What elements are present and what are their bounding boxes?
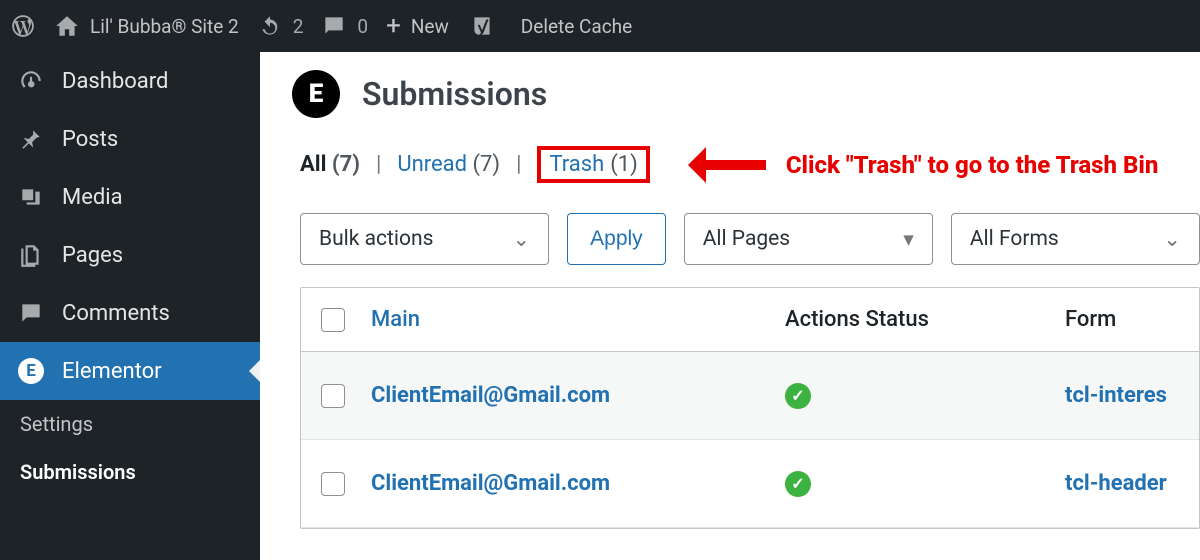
- site-home-link[interactable]: Lil' Bubba® Site 2: [54, 13, 239, 39]
- table-header-row: Main Actions Status Form: [301, 288, 1199, 352]
- forms-filter-select[interactable]: All Forms ⌄: [951, 213, 1200, 265]
- yoast-icon: [469, 13, 495, 39]
- select-all-checkbox[interactable]: [321, 308, 345, 332]
- admin-sidebar: Dashboard Posts Media Pages Comments E E…: [0, 52, 260, 560]
- sidebar-item-label: Comments: [62, 301, 170, 326]
- elementor-submenu: Settings Submissions: [0, 400, 260, 496]
- sidebar-item-label: Elementor: [62, 359, 162, 384]
- pages-icon: [18, 242, 44, 268]
- status-success-icon: ✓: [785, 383, 811, 409]
- submenu-submissions[interactable]: Submissions: [0, 448, 260, 496]
- view-filters: All (7) | Unread (7) | Trash (1) Click "…: [300, 146, 1200, 183]
- status-success-icon: ✓: [785, 471, 811, 497]
- refresh-icon: [257, 13, 283, 39]
- comment-icon: [321, 13, 347, 39]
- comments-link[interactable]: 0: [321, 13, 368, 39]
- delete-cache-label: Delete Cache: [521, 15, 632, 38]
- yoast-link[interactable]: [467, 11, 497, 41]
- delete-cache-link[interactable]: Delete Cache: [521, 15, 632, 38]
- bulk-actions-select[interactable]: Bulk actions ⌄: [300, 213, 549, 265]
- new-label: New: [411, 15, 449, 38]
- annotation-text: Click "Trash" to go to the Trash Bin: [786, 151, 1159, 179]
- sidebar-item-posts[interactable]: Posts: [0, 110, 260, 168]
- table-row: ClientEmail@Gmail.com ✓ tcl-header: [301, 440, 1199, 528]
- pages-filter-select[interactable]: All Pages ▾: [684, 213, 933, 265]
- filter-all[interactable]: All (7): [300, 152, 360, 177]
- wp-logo[interactable]: [10, 13, 36, 39]
- column-header-form: Form: [1065, 307, 1199, 332]
- content-area: E Submissions All (7) | Unread (7) | Tra…: [260, 52, 1200, 560]
- form-link[interactable]: tcl-interes: [1065, 383, 1167, 408]
- sidebar-item-dashboard[interactable]: Dashboard: [0, 52, 260, 110]
- sidebar-item-comments[interactable]: Comments: [0, 284, 260, 342]
- chevron-down-icon: ▾: [903, 227, 914, 252]
- comments-icon: [18, 300, 44, 326]
- pin-icon: [18, 126, 44, 152]
- site-name: Lil' Bubba® Site 2: [90, 15, 239, 38]
- admin-bar: Lil' Bubba® Site 2 2 0 + New Delete Cach…: [0, 0, 1200, 52]
- row-checkbox[interactable]: [321, 384, 345, 408]
- sidebar-item-label: Dashboard: [62, 69, 168, 94]
- media-icon: [18, 184, 44, 210]
- new-content-link[interactable]: + New: [386, 13, 449, 39]
- sidebar-item-elementor[interactable]: E Elementor: [0, 342, 260, 400]
- page-title: Submissions: [362, 75, 547, 113]
- column-header-main[interactable]: Main: [365, 307, 785, 332]
- submissions-table: Main Actions Status Form ClientEmail@Gma…: [300, 287, 1200, 529]
- sidebar-item-label: Posts: [62, 127, 118, 152]
- page-header: E Submissions: [260, 52, 1200, 136]
- apply-button[interactable]: Apply: [567, 213, 666, 265]
- home-icon: [54, 13, 80, 39]
- submenu-settings[interactable]: Settings: [0, 400, 260, 448]
- sidebar-item-label: Media: [62, 185, 123, 210]
- submission-link[interactable]: ClientEmail@Gmail.com: [371, 471, 610, 496]
- annotation-arrow: [670, 147, 766, 183]
- plus-icon: +: [386, 13, 401, 39]
- elementor-logo: E: [292, 70, 340, 118]
- chevron-down-icon: ⌄: [1163, 227, 1181, 252]
- sidebar-item-pages[interactable]: Pages: [0, 226, 260, 284]
- filter-unread[interactable]: Unread (7): [397, 152, 500, 177]
- table-controls: Bulk actions ⌄ Apply All Pages ▾ All For…: [300, 213, 1200, 265]
- sidebar-item-media[interactable]: Media: [0, 168, 260, 226]
- submission-link[interactable]: ClientEmail@Gmail.com: [371, 383, 610, 408]
- elementor-icon: E: [18, 358, 44, 384]
- updates-count: 2: [293, 15, 304, 38]
- updates-link[interactable]: 2: [257, 13, 304, 39]
- row-checkbox[interactable]: [321, 472, 345, 496]
- table-row: ClientEmail@Gmail.com ✓ tcl-interes: [301, 352, 1199, 440]
- form-link[interactable]: tcl-header: [1065, 471, 1167, 496]
- chevron-down-icon: ⌄: [513, 227, 531, 252]
- column-header-status: Actions Status: [785, 307, 1065, 332]
- filter-trash[interactable]: Trash (1): [537, 146, 649, 183]
- sidebar-item-label: Pages: [62, 243, 123, 268]
- dashboard-icon: [18, 68, 44, 94]
- wordpress-icon: [10, 13, 36, 39]
- comments-count: 0: [357, 15, 368, 38]
